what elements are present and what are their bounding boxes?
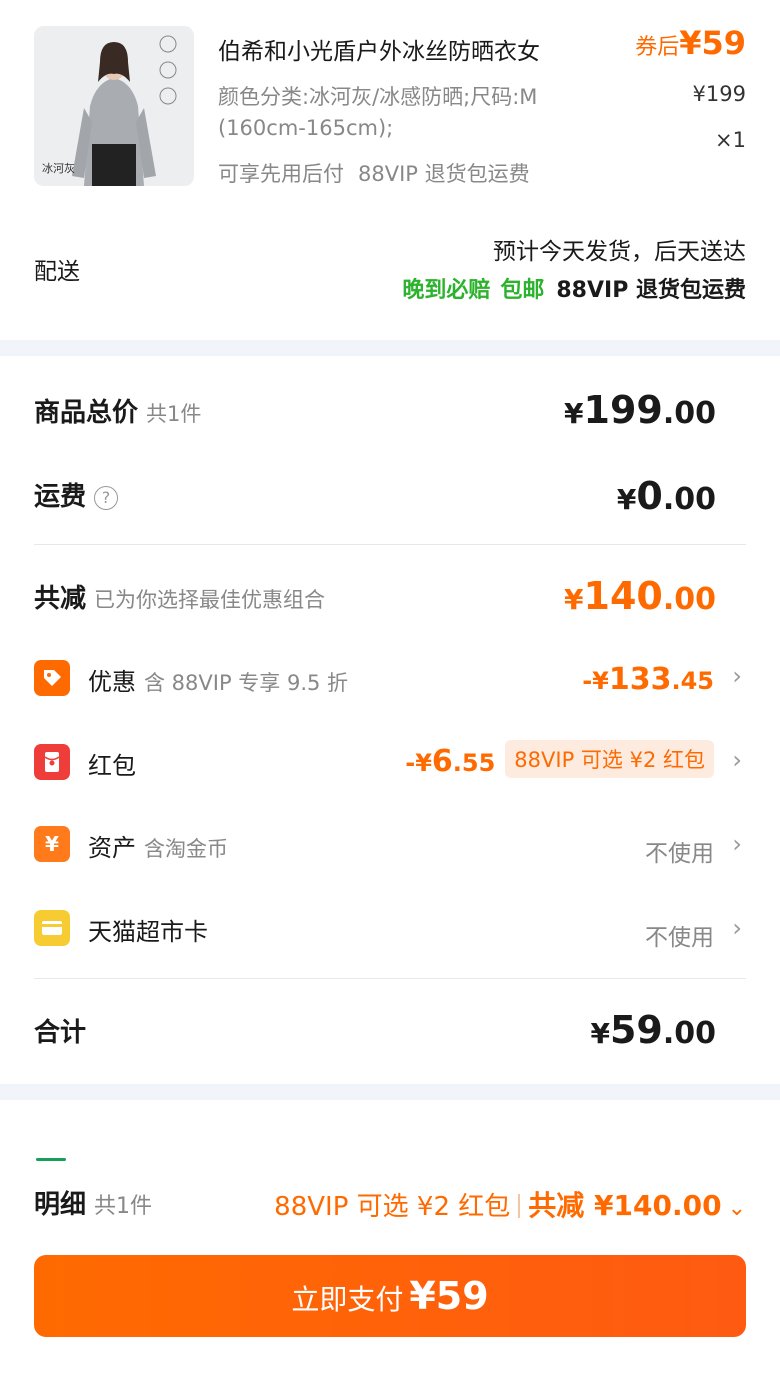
coupon-price: 券后¥59 (635, 24, 746, 62)
detail-count: 共1件 (94, 1194, 153, 1219)
coupon-price-amount: ¥59 (679, 24, 746, 62)
coupon-discount-value[interactable]: -¥133.45 (582, 662, 714, 697)
product-title[interactable]: 伯希和小光盾户外冰丝防晒衣女 (218, 32, 540, 66)
goods-count: 共1件 (146, 402, 202, 426)
tmall-card-label: 天猫超市卡 (88, 918, 208, 946)
goods-total-currency: ¥ (564, 397, 584, 430)
assets-label: 资产 (88, 834, 136, 862)
total-reduce: 共减 ¥140.00 (528, 1189, 722, 1222)
chevron-right-icon[interactable]: › (732, 914, 742, 942)
coupon-discount-int: 133 (608, 662, 672, 697)
product-thumbnail[interactable]: 冰河灰 (34, 26, 194, 186)
red-packet-dec: .55 (452, 749, 496, 777)
shipping-price: ¥0.00 (617, 474, 716, 518)
shipping-currency: ¥ (616, 483, 637, 516)
grand-total-dec: .00 (662, 1016, 716, 1051)
discount-total-int: 140 (583, 574, 663, 618)
red-packet-discount: -¥6.55 (405, 744, 495, 779)
pay-now-label: 立即支付 (291, 1283, 404, 1316)
service-return-shipping: 88VIP 退货包运费 (358, 162, 530, 186)
delivery-eta: 预计今天发货，后天送达 (493, 239, 746, 265)
goods-total-dec: .00 (662, 396, 716, 431)
goods-total-int: 199 (583, 388, 663, 432)
coupon-discount-dec: .45 (671, 667, 714, 695)
detail-label: 明细 (34, 1190, 87, 1220)
card-icon (34, 910, 70, 946)
tmall-card-row[interactable]: 天猫超市卡 (88, 912, 208, 947)
tmall-card-value[interactable]: 不使用 (645, 918, 714, 952)
free-shipping-tag: 包邮 (500, 278, 545, 303)
shipping-label: 运费 (34, 482, 87, 512)
product-image-tag: 冰河灰 (42, 162, 75, 175)
assets-sub: 含淘金币 (144, 837, 228, 861)
original-price: ¥199 (692, 82, 746, 106)
green-indicator (36, 1158, 66, 1161)
shipping-dec: .00 (662, 482, 716, 517)
coupon-price-label: 券后 (635, 35, 680, 60)
grand-total-int: 59 (609, 1008, 663, 1052)
delivery-tags: 晚到必赔 包邮 88VIP 退货包运费 (402, 272, 746, 304)
service-pay-later: 可享先用后付 (218, 162, 344, 186)
chevron-down-icon[interactable]: ⌄ (728, 1196, 746, 1221)
red-packet-chip[interactable]: 88VIP 可选 ¥2 红包 (505, 740, 714, 778)
help-icon[interactable]: ? (94, 486, 119, 510)
red-packet-value[interactable]: -¥6.55 88VIP 可选 ¥2 红包 (405, 740, 714, 779)
coupon-discount-currency: -¥ (582, 667, 609, 695)
divider (34, 544, 746, 545)
product-sku[interactable]: 颜色分类:冰河灰/冰感防晒;尺码:M (160cm-165cm); (218, 82, 618, 144)
red-packet-currency: -¥ (405, 749, 432, 777)
grand-total-currency: ¥ (590, 1017, 610, 1050)
chevron-right-icon[interactable]: › (732, 746, 742, 774)
coupon-discount-sub: 含 88VIP 专享 9.5 折 (144, 671, 349, 695)
coupon-discount-label: 优惠 (88, 668, 136, 696)
red-packet-hint: 88VIP 可选 ¥2 红包 (274, 1192, 511, 1222)
product-services: 可享先用后付 88VIP 退货包运费 (218, 158, 530, 188)
delivery-label: 配送 (34, 259, 80, 285)
coupon-discount-row[interactable]: 优惠含 88VIP 专享 9.5 折 (88, 662, 348, 697)
red-packet-row[interactable]: 红包 (88, 746, 136, 781)
discount-total-currency: ¥ (564, 583, 584, 616)
detail-summary[interactable]: 88VIP 可选 ¥2 红包 共减 ¥140.00 ⌄ (274, 1184, 746, 1224)
red-packet-icon (34, 744, 70, 780)
assets-row[interactable]: 资产 含淘金币 (88, 828, 228, 863)
discount-total-label: 共减 (34, 584, 87, 614)
shipping-int: 0 (636, 474, 663, 518)
pay-now-button[interactable]: 立即支付 ¥59 (34, 1255, 746, 1337)
late-compensation-tag: 晚到必赔 (402, 278, 491, 303)
return-shipping-tag: 88VIP 退货包运费 (556, 278, 746, 303)
pay-now-amount: ¥59 (409, 1274, 489, 1318)
tag-icon (34, 660, 70, 696)
discount-total-dec: .00 (662, 582, 716, 617)
chevron-right-icon[interactable]: › (732, 662, 742, 690)
divider (34, 978, 746, 979)
grand-total-price: ¥59.00 (590, 1008, 716, 1052)
checkout-bar: 明细 共1件 88VIP 可选 ¥2 红包 共减 ¥140.00 ⌄ 立即支付 ¥59 (0, 1100, 780, 1381)
chevron-right-icon[interactable]: › (732, 830, 742, 858)
goods-total-price: ¥199.00 (564, 388, 716, 432)
detail-row[interactable]: 明细 共1件 88VIP 可选 ¥2 红包 共减 ¥140.00 ⌄ (34, 1184, 746, 1224)
goods-total-label: 商品总价 (34, 398, 139, 428)
separator (518, 1194, 521, 1218)
discount-total-sub: 已为你选择最佳优惠组合 (94, 588, 326, 612)
price-summary-card: 商品总价 共1件 ¥199.00 运费? ¥0.00 共减 已为你选择最佳优惠组合 … (0, 356, 780, 1084)
product-quantity: ×1 (715, 128, 746, 152)
yen-icon: ¥ (34, 826, 70, 862)
assets-value[interactable]: 不使用 (645, 834, 714, 868)
discount-total-price: ¥140.00 (564, 574, 716, 618)
red-packet-label: 红包 (88, 752, 136, 780)
product-card: 冰河灰 伯希和小光盾户外冰丝防晒衣女 券后¥59 ¥199 颜色分类:冰河灰/冰… (0, 0, 780, 340)
red-packet-int: 6 (431, 744, 453, 779)
grand-total-label: 合计 (34, 1018, 87, 1048)
